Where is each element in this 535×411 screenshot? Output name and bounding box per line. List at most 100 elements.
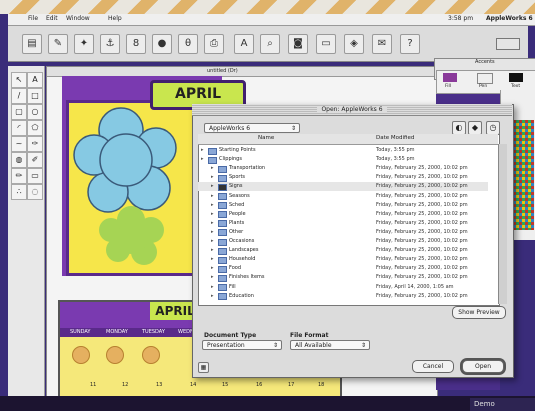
eyedropper-tool-icon[interactable]: ✑ — [27, 136, 43, 152]
disclosure-triangle-icon[interactable]: ▸ — [211, 192, 214, 201]
menu-edit[interactable]: Edit — [46, 15, 58, 22]
fill-swatch[interactable] — [443, 73, 457, 82]
app-menu[interactable]: AppleWorks 6 — [486, 15, 533, 22]
file-row[interactable]: ▸ Education Friday, February 25, 2000, 10:… — [198, 292, 488, 301]
disclosure-triangle-icon[interactable]: ▸ — [211, 255, 214, 264]
save-icon[interactable]: ✦ — [74, 34, 94, 54]
disclosure-triangle-icon[interactable]: ▸ — [211, 182, 214, 191]
disclosure-triangle-icon[interactable]: ▸ — [211, 246, 214, 255]
show-preview-button[interactable]: Show Preview — [452, 306, 506, 319]
disclosure-triangle-icon[interactable]: ▸ — [201, 146, 204, 155]
disclosure-triangle-icon[interactable]: ▸ — [211, 228, 214, 237]
file-name: Household — [229, 256, 256, 263]
text-swatch[interactable] — [509, 73, 523, 82]
text-icon[interactable]: A — [234, 34, 254, 54]
help-icon[interactable]: ? — [400, 34, 420, 54]
freehand-tool-icon[interactable]: ~ — [11, 136, 27, 152]
open-icon[interactable]: ✎ — [48, 34, 68, 54]
file-row[interactable]: ▸ Household Friday, February 25, 2000, 10:… — [198, 255, 488, 264]
mail-icon[interactable]: ✉ — [372, 34, 392, 54]
new-icon[interactable]: ▤ — [22, 34, 42, 54]
disclosure-triangle-icon[interactable]: ▸ — [201, 155, 204, 164]
file-format-popup[interactable]: All Available ⇕ — [290, 340, 370, 350]
hard-disk-icon[interactable] — [482, 36, 530, 54]
file-row[interactable]: ▸ Sports Friday, February 25, 2000, 10:02 … — [198, 173, 488, 182]
file-row[interactable]: ▸ Food Friday, February 25, 2000, 10:02 pm — [198, 264, 488, 273]
menu-help[interactable]: Help — [108, 15, 122, 22]
application-switcher[interactable]: Demo — [470, 398, 535, 411]
file-row[interactable]: ▸ Starting Points Today, 3:55 pm — [198, 146, 488, 155]
disclosure-triangle-icon[interactable]: ▸ — [211, 210, 214, 219]
disclosure-triangle-icon[interactable]: ▸ — [211, 164, 214, 173]
doc-icon[interactable]: ▭ — [316, 34, 336, 54]
favorites-icon[interactable]: ◆ — [468, 121, 482, 135]
file-list-scrollbar[interactable] — [498, 144, 507, 304]
location-popup[interactable]: AppleWorks 6 ⇕ — [204, 123, 300, 133]
pencil-tool-icon[interactable]: ✏ — [11, 168, 27, 184]
file-row[interactable]: ▸ Sched Friday, February 25, 2000, 10:02 p… — [198, 201, 488, 210]
line-tool-icon[interactable]: / — [11, 88, 27, 104]
folder-icon — [218, 193, 227, 200]
disclosure-triangle-icon[interactable]: ▸ — [211, 201, 214, 210]
folder-icon — [208, 147, 217, 155]
menu-bar: File Edit Window Help 3:58 pm AppleWorks… — [8, 14, 535, 26]
file-row[interactable]: ▸ Landscapes Friday, February 25, 2000, 10… — [198, 246, 488, 255]
file-row[interactable]: ▸ Occasions Friday, February 25, 2000, 10:… — [198, 237, 488, 246]
file-row[interactable]: ▸ People Friday, February 25, 2000, 10:02 … — [198, 210, 488, 219]
camera-icon[interactable]: ◙ — [288, 34, 308, 54]
brush-tool-icon[interactable]: ✐ — [27, 152, 43, 168]
file-row[interactable]: ▸ Seasons Friday, February 25, 2000, 10:02… — [198, 192, 488, 201]
accents-tab-pen[interactable]: Pen — [479, 84, 487, 89]
file-row[interactable]: ▸ Plants Friday, February 25, 2000, 10:02 … — [198, 219, 488, 228]
column-date[interactable]: Date Modified — [376, 135, 414, 141]
document-type-popup[interactable]: Presentation ⇕ — [202, 340, 282, 350]
disclosure-triangle-icon[interactable]: ▸ — [211, 237, 214, 246]
file-date: Today, 3:55 pm — [376, 147, 415, 153]
anchor-icon[interactable]: ⚓ — [100, 34, 120, 54]
file-row[interactable]: ▸ Signs Friday, February 25, 2000, 10:02 p… — [198, 182, 488, 191]
disclosure-triangle-icon[interactable]: ▸ — [211, 264, 214, 273]
open-button[interactable]: Open — [462, 360, 504, 373]
desktop-shortcut-icon[interactable]: ◐ — [452, 121, 466, 135]
find-icon[interactable]: ⌕ — [260, 34, 280, 54]
file-row[interactable]: ▸ Other Friday, February 25, 2000, 10:02 p… — [198, 228, 488, 237]
file-row[interactable]: ▸ Transportation Friday, February 25, 2000… — [198, 164, 488, 173]
disclosure-triangle-icon[interactable]: ▸ — [211, 292, 214, 301]
accents-tab-fill[interactable]: Fill — [445, 84, 451, 89]
pen-swatch[interactable] — [477, 73, 493, 84]
eraser-tool-icon[interactable]: ▭ — [27, 168, 43, 184]
arc-tool-icon[interactable]: ◜ — [11, 120, 27, 136]
oval-tool-icon[interactable]: ○ — [27, 104, 43, 120]
polygon-tool-icon[interactable]: ⬠ — [27, 120, 43, 136]
recent-icon[interactable]: ◷ — [486, 121, 500, 135]
open-dialog-title-bar[interactable]: Open: AppleWorks 6 — [192, 104, 512, 116]
file-row[interactable]: ▸ Fill Friday, April 14, 2000, 1:05 am — [198, 283, 488, 292]
rect-tool-icon[interactable]: □ — [27, 88, 43, 104]
file-row[interactable]: ▸ Finishes Items Friday, February 25, 2000… — [198, 273, 488, 282]
lasso-tool-icon[interactable]: ◌ — [27, 184, 43, 200]
column-name[interactable]: Name — [258, 135, 274, 141]
fill-tool-icon[interactable]: ◍ — [11, 152, 27, 168]
disclosure-triangle-icon[interactable]: ▸ — [211, 283, 214, 292]
file-row[interactable]: ▸ Clippings Today, 3:55 pm — [198, 155, 488, 164]
slides-icon[interactable]: ◈ — [344, 34, 364, 54]
spray-tool-icon[interactable]: ∴ — [11, 184, 27, 200]
cancel-button[interactable]: Cancel — [412, 360, 454, 373]
globe-icon[interactable]: ● — [152, 34, 172, 54]
text-tool-icon[interactable]: A — [27, 72, 43, 88]
disclosure-triangle-icon[interactable]: ▸ — [211, 273, 214, 282]
disclosure-triangle-icon[interactable]: ▸ — [211, 219, 214, 228]
arrow-tool-icon[interactable]: ↖ — [11, 72, 27, 88]
menu-window[interactable]: Window — [66, 15, 90, 22]
disclosure-triangle-icon[interactable]: ▸ — [211, 173, 214, 182]
print-icon[interactable]: ⎙ — [204, 34, 224, 54]
menu-file[interactable]: File — [28, 15, 38, 22]
link-icon[interactable]: 8 — [126, 34, 146, 54]
clip-icon[interactable]: θ — [178, 34, 198, 54]
round-rect-tool-icon[interactable]: ▢ — [11, 104, 27, 120]
file-date: Friday, February 25, 2000, 10:02 pm — [376, 165, 468, 172]
accents-tab-text[interactable]: Text — [511, 84, 520, 89]
file-date: Friday, February 25, 2000, 10:02 pm — [376, 292, 468, 299]
new-folder-icon[interactable]: ▦ — [198, 362, 209, 373]
file-date: Friday, February 25, 2000, 10:02 pm — [376, 219, 468, 226]
